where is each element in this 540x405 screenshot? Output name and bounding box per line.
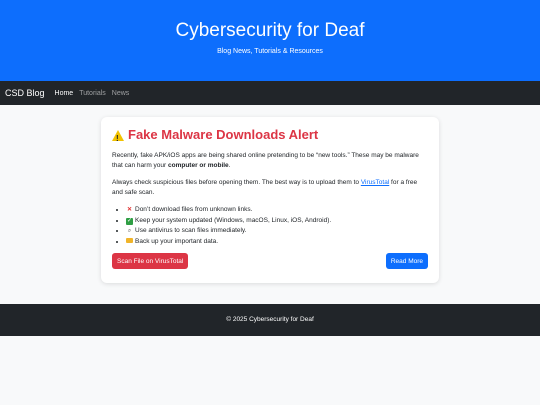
virustotal-link[interactable]: VirusTotal xyxy=(361,179,389,186)
alert-advice-text: Always check suspicious files before ope… xyxy=(112,179,361,186)
alert-title-text: Fake Malware Downloads Alert xyxy=(128,127,319,142)
read-more-button[interactable]: Read More xyxy=(385,253,428,269)
alert-emphasis: computer or mobile xyxy=(168,162,229,169)
alert-description-end: . xyxy=(228,162,231,169)
footer: © 2025 Cybersecurity for Deaf xyxy=(0,304,540,336)
list-item: ⌕Use antivirus to scan files immediately… xyxy=(126,226,428,237)
list-item: ✕Don’t download files from unknown links… xyxy=(126,205,428,216)
cross-mark-icon: ✕ xyxy=(126,207,133,213)
site-subtitle: Blog News, Tutorials & Resources xyxy=(217,48,323,55)
nav-link-home[interactable]: Home xyxy=(55,90,74,97)
navbar-brand[interactable]: CSD Blog xyxy=(5,88,45,98)
alert-advice: Always check suspicious files before ope… xyxy=(112,178,428,198)
scan-virustotal-button[interactable]: Scan File on VirusTotal xyxy=(112,253,189,269)
magnifier-icon: ⌕ xyxy=(127,228,132,234)
card-actions: Scan File on VirusTotal Read More xyxy=(112,253,428,269)
tip-text: Back up your important data. xyxy=(135,237,219,245)
folder-icon xyxy=(126,237,133,243)
site-title: Cybersecurity for Deaf xyxy=(175,20,365,41)
tip-text: Keep your system updated (Windows, macOS… xyxy=(135,216,332,224)
alert-description-text: Recently, fake APK/iOS apps are being sh… xyxy=(112,152,419,169)
tips-list: ✕Don’t download files from unknown links… xyxy=(112,205,428,247)
alert-title: Fake Malware Downloads Alert xyxy=(112,127,428,147)
nav-link-tutorials[interactable]: Tutorials xyxy=(79,90,106,97)
nav-link-news[interactable]: News xyxy=(112,90,130,97)
hero-banner: Cybersecurity for Deaf Blog News, Tutori… xyxy=(0,0,540,81)
alert-description: Recently, fake APK/iOS apps are being sh… xyxy=(112,151,428,171)
footer-copyright: © 2025 Cybersecurity for Deaf xyxy=(226,316,314,323)
tip-text: Don’t download files from unknown links. xyxy=(135,206,253,213)
navbar: CSD Blog Home Tutorials News xyxy=(0,81,540,105)
list-item: ✓Keep your system updated (Windows, macO… xyxy=(126,216,428,227)
list-item: Back up your important data. xyxy=(126,237,428,248)
warning-icon xyxy=(112,129,124,147)
tip-text: Use antivirus to scan files immediately. xyxy=(135,227,247,234)
alert-card: Fake Malware Downloads Alert Recently, f… xyxy=(101,117,439,283)
check-mark-icon: ✓ xyxy=(126,217,133,225)
